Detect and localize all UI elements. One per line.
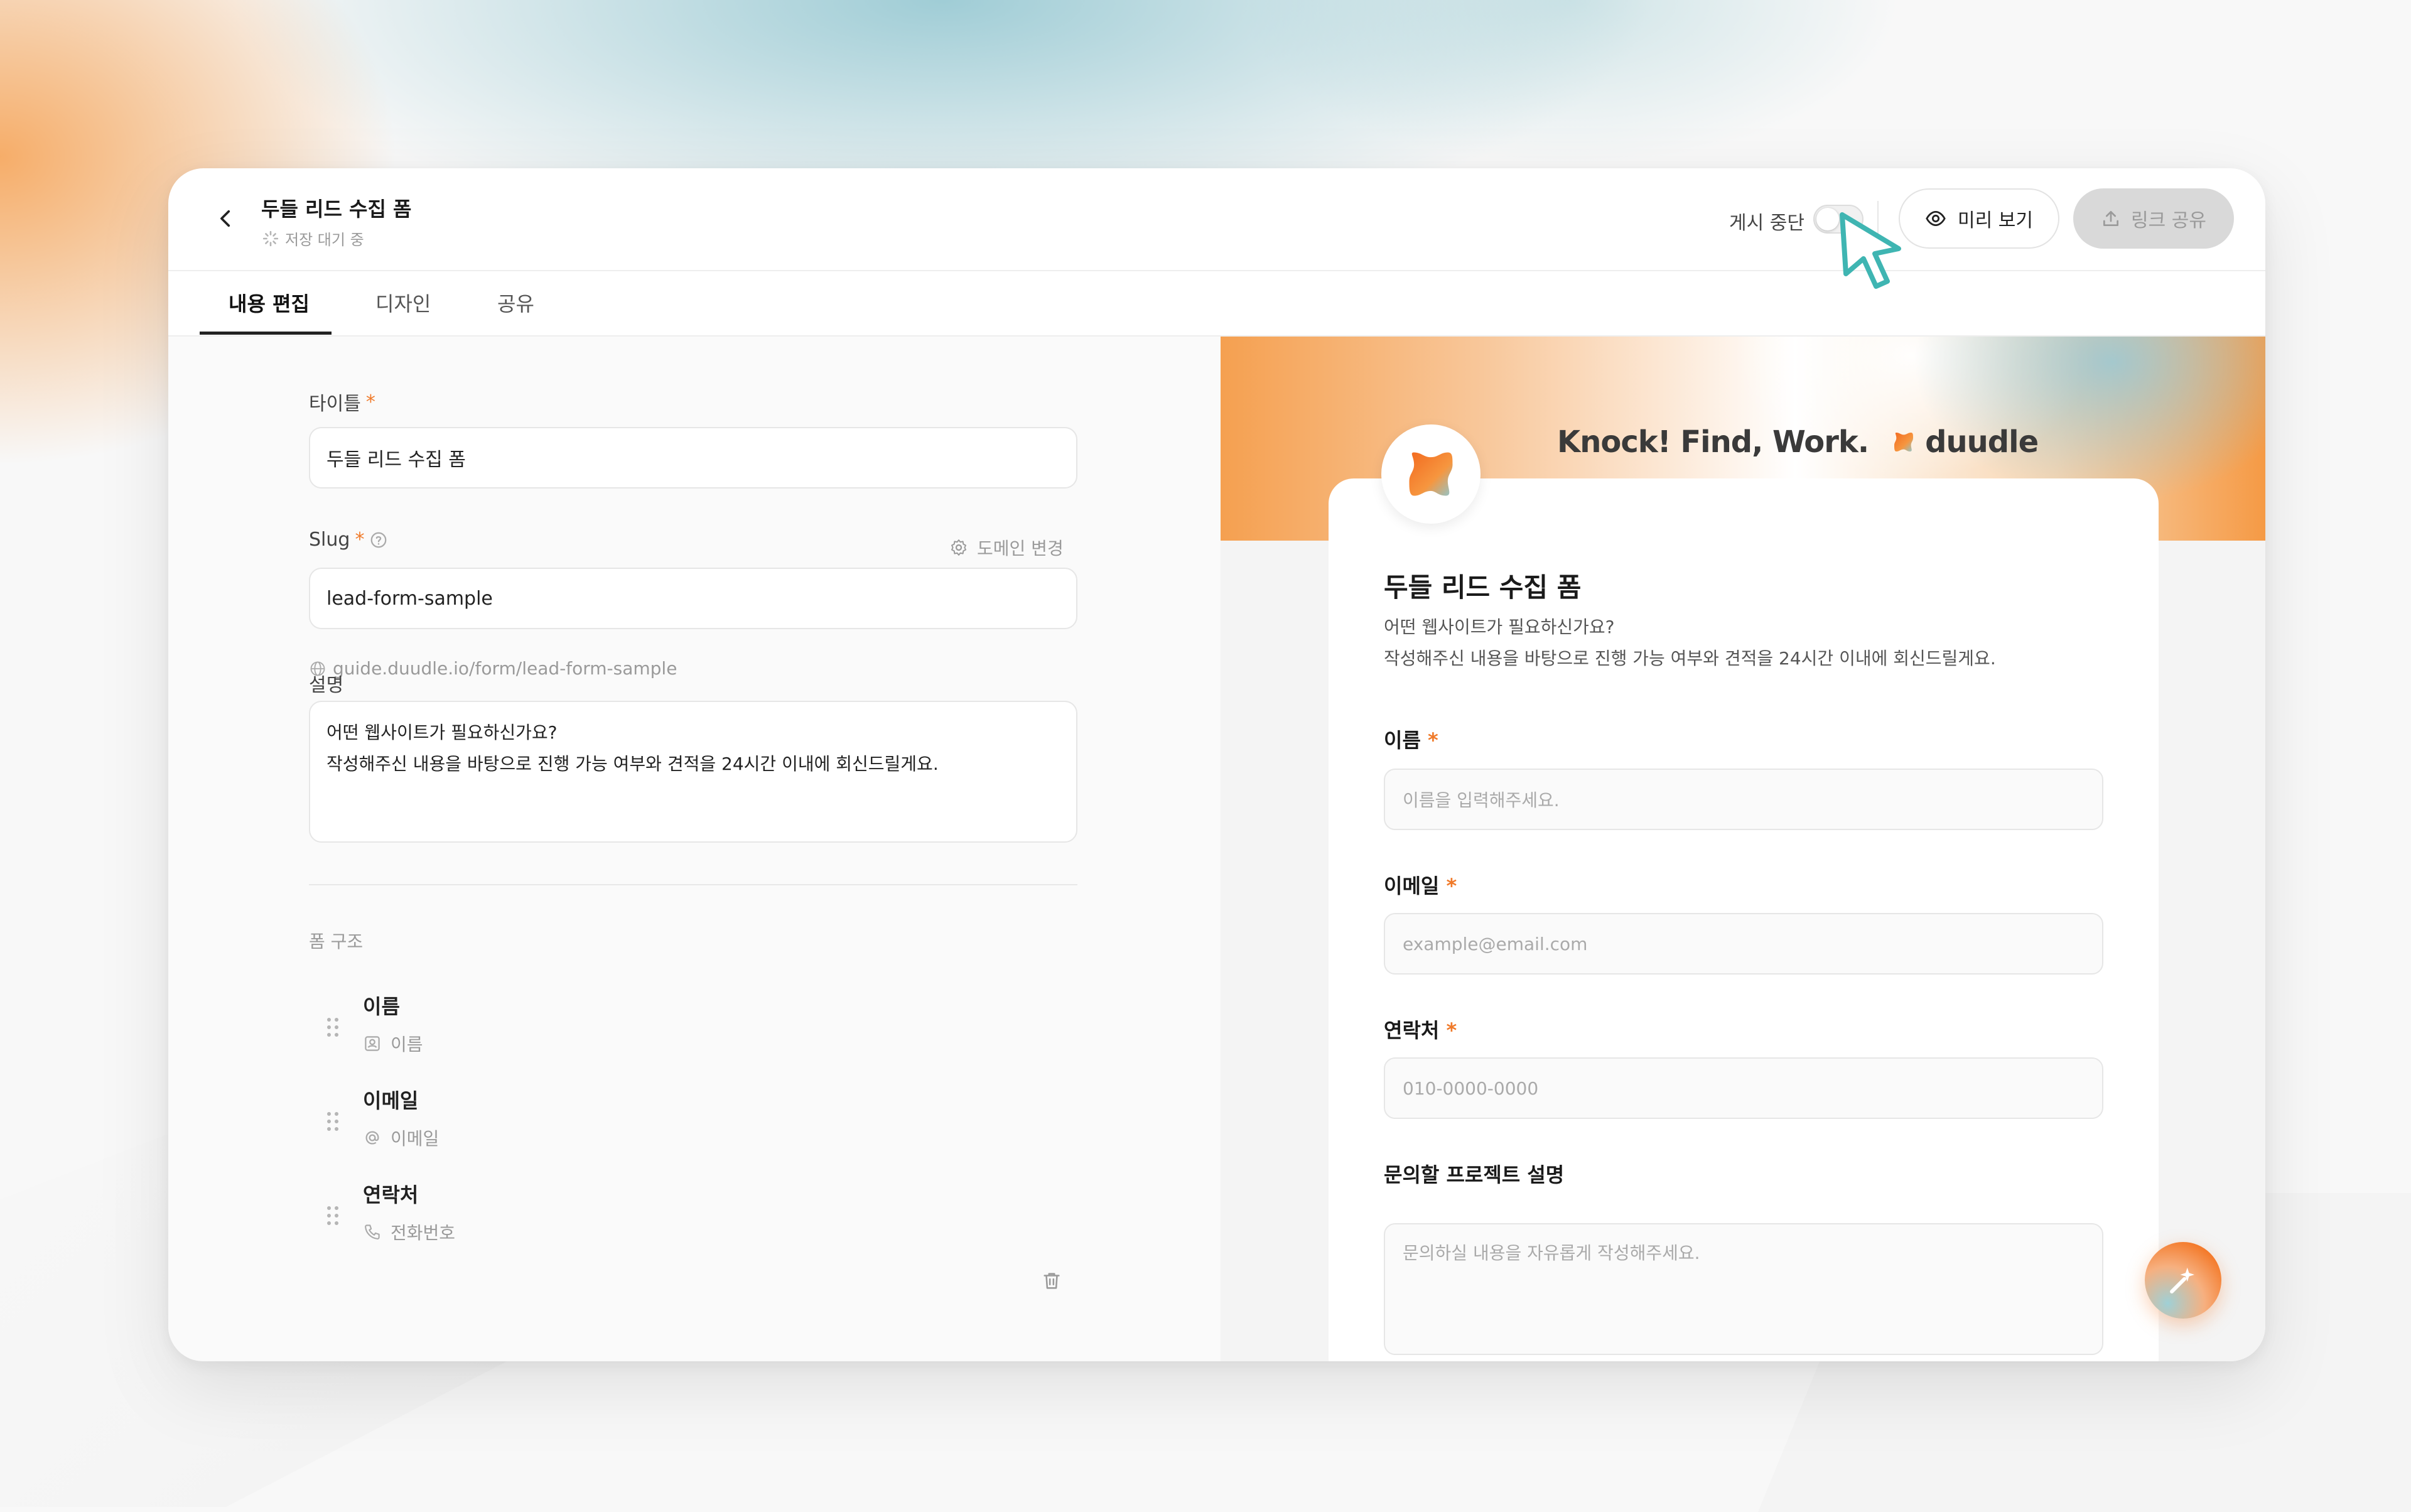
structure-item-phone[interactable]: 연락처 전화번호 [325,1179,1079,1261]
eye-icon [1926,210,1946,227]
tab-content-edit[interactable]: 내용 편집 [229,270,310,335]
save-status: 저장 대기 중 [262,227,364,249]
app-window: 두들 리드 수집 폼 저장 대기 중 게시 중단 미리 보기 링크 공유 내용 … [168,168,2265,1361]
publish-toggle-label: 게시 중단 [1729,212,1804,234]
title-field-label: 타이틀 * [309,388,375,416]
at-sign-icon [365,1131,379,1145]
form-description-line: 작성해주신 내용을 바탕으로 진행 가능 여부와 견적을 24시간 이내에 회신… [1384,648,1996,669]
brand-logo: duudle [1891,424,2039,460]
title-label-text: 타이틀 [309,393,361,415]
form-title: 두들 리드 수집 폼 [1384,572,1582,603]
description-textarea[interactable]: 어떤 웹사이트가 필요하신가요? 작성해주신 내용을 바탕으로 진행 가능 여부… [309,701,1077,843]
tab-bar: 내용 편집 디자인 공유 [168,270,2265,337]
drag-handle-icon[interactable] [325,1016,340,1039]
domain-change-label: 도메인 변경 [977,538,1064,559]
field-label-text: 이름 [1384,728,1421,752]
form-url-hint: guide.duudle.io/form/lead-form-sample [309,658,677,679]
structure-item-type-label: 이름 [391,1034,423,1055]
structure-item-type-label: 전화번호 [391,1223,456,1243]
title-input[interactable]: 두들 리드 수집 폼 [309,427,1077,489]
form-avatar [1381,424,1481,524]
required-mark: * [355,529,365,551]
content-editor: 타이틀 * 두들 리드 수집 폼 Slug * 도메인 변경 lead-form-s… [168,337,1221,1361]
structure-item-label: 연락처 [363,1183,419,1207]
structure-item-type: 이름 [363,1031,423,1056]
help-icon[interactable] [369,531,388,549]
form-description-line: 어떤 웹사이트가 필요하신가요? [1384,617,1615,637]
brand-tagline: Knock! Find, Work. [1557,424,1869,460]
share-button-label: 링크 공유 [2131,210,2206,232]
phone-input[interactable]: 010-0000-0000 [1384,1057,2103,1119]
structure-item-label: 이름 [363,995,400,1018]
form-url-text: guide.duudle.io/form/lead-form-sample [333,658,677,679]
chevron-left-icon [220,210,230,227]
email-input[interactable]: example@email.com [1384,913,2103,975]
required-mark: * [1428,728,1438,752]
field-label-text: 문의할 프로젝트 설명 [1384,1163,1565,1187]
form-card: 두들 리드 수집 폼 어떤 웹사이트가 필요하신가요? 작성해주신 내용을 바탕… [1329,478,2159,1361]
slug-field-label: Slug * [309,529,388,551]
trash-icon[interactable] [1041,1270,1062,1292]
duudle-logo-icon [1894,433,1914,451]
field-label-text: 연락처 [1384,1018,1440,1042]
active-tab-indicator [200,332,332,335]
drag-handle-icon[interactable] [325,1204,340,1227]
description-field-label: 설명 [309,674,344,696]
email-field-label: 이메일 * [1384,870,1457,899]
structure-item-label: 이메일 [363,1089,419,1113]
slug-input[interactable]: lead-form-sample [309,568,1077,629]
tab-share[interactable]: 공유 [497,270,534,335]
top-bar: 두들 리드 수집 폼 저장 대기 중 게시 중단 미리 보기 링크 공유 [168,168,2265,289]
description-line: 어떤 웹사이트가 필요하신가요? [326,722,558,743]
structure-item-type: 전화번호 [363,1219,455,1245]
back-button[interactable] [206,198,246,239]
drag-handle-icon[interactable] [325,1110,340,1133]
save-status-text: 저장 대기 중 [285,231,364,249]
tab-design[interactable]: 디자인 [375,270,431,335]
project-description-textarea[interactable]: 문의하실 내용을 자유롭게 작성해주세요. [1384,1223,2103,1355]
preview-button[interactable]: 미리 보기 [1899,188,2059,249]
name-field-label: 이름 * [1384,725,1438,753]
brand-header: Knock! Find, Work. duudle [1557,424,2039,460]
required-mark: * [365,391,375,413]
structure-item-name[interactable]: 이름 이름 [325,991,1079,1072]
slug-label-text: Slug [309,529,350,551]
magic-wand-icon [2170,1267,2194,1293]
section-divider [309,884,1077,885]
toggle-knob [1816,208,1839,230]
form-structure-title: 폼 구조 [309,931,364,952]
ai-assist-button[interactable] [2145,1242,2221,1319]
contact-card-icon [365,1036,380,1051]
structure-item-type-label: 이메일 [391,1128,440,1149]
structure-item-type: 이메일 [363,1125,439,1150]
brand-name: duudle [1925,424,2039,460]
duudle-logo-icon [1409,452,1453,496]
name-input[interactable]: 이름을 입력해주세요. [1384,769,2103,830]
preview-button-label: 미리 보기 [1958,210,2033,232]
phone-field-label: 연락처 * [1384,1015,1457,1044]
phone-icon [365,1224,380,1239]
domain-change-button[interactable]: 도메인 변경 [949,535,1064,560]
page-title: 두들 리드 수집 폼 [261,197,412,221]
field-label-text: 이메일 [1384,874,1440,898]
description-line: 작성해주신 내용을 바탕으로 진행 가능 여부와 견적을 24시간 이내에 회신… [326,753,939,774]
structure-item-email[interactable]: 이메일 이메일 [325,1085,1079,1167]
required-mark: * [1446,874,1457,898]
form-preview: Knock! Find, Work. duudle 두들 리드 수집 폼 어떤 … [1221,337,2265,1361]
project-description-label: 문의할 프로젝트 설명 [1384,1159,1564,1188]
spinner-icon [262,230,279,246]
required-mark: * [1446,1018,1457,1042]
form-description: 어떤 웹사이트가 필요하신가요? 작성해주신 내용을 바탕으로 진행 가능 여부… [1384,612,1996,674]
share-link-button[interactable]: 링크 공유 [2073,188,2234,249]
gear-icon [951,539,966,556]
upload-icon [2103,211,2119,226]
